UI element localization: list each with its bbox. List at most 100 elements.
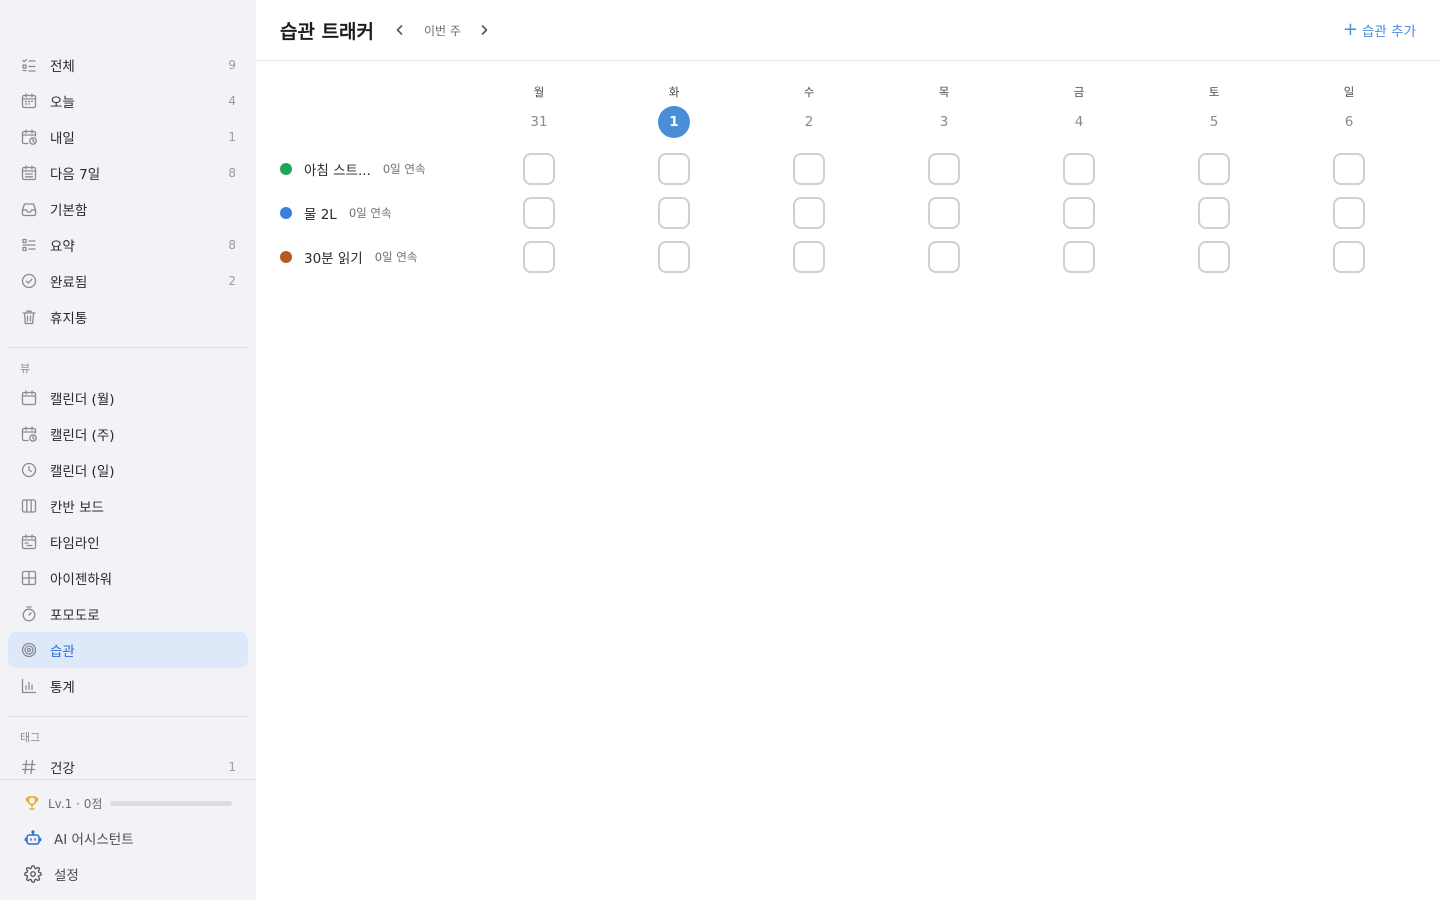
day-column-header: 화1 [634,84,714,138]
calendar-today-icon [20,92,38,110]
sidebar-item-stats[interactable]: 통계 [8,668,248,704]
inbox-icon [20,200,38,218]
sidebar-item-label: 다음 7일 [50,167,101,183]
sidebar-item-pomodoro[interactable]: 포모도로 [8,596,248,632]
sidebar-item-calendar-day[interactable]: 캘린더 (일) [8,452,248,488]
next-week-button[interactable] [473,19,495,41]
habit-checkbox[interactable] [928,153,960,185]
habit-checkbox[interactable] [1333,241,1365,273]
habit-checkbox[interactable] [1198,197,1230,229]
trash-icon [20,308,38,326]
habit-streak: 0일 연속 [382,162,426,176]
sidebar-item-trash[interactable]: 휴지통 [8,299,248,335]
sidebar-item-tomorrow[interactable]: 내일 1 [8,119,248,155]
sidebar-item-eisenhower[interactable]: 아이젠하워 [8,560,248,596]
calendar-month-icon [20,389,38,407]
sidebar-item-count: 8 [228,238,236,252]
sidebar-item-label: 캘린더 (일) [50,464,115,480]
habit-name: 30분 읽기 [304,251,363,267]
habit-checkbox[interactable] [928,241,960,273]
sidebar-item-tag-0[interactable]: 건강 1 [8,749,248,779]
timer-icon [20,605,38,623]
habit-checkbox[interactable] [1333,197,1365,229]
habit-info[interactable]: 아침 스트... 0일 연속 [280,147,426,191]
habit-info[interactable]: 30분 읽기 0일 연속 [280,235,417,279]
sidebar-item-label: 기본함 [50,203,88,219]
habit-color-dot [280,207,292,219]
habit-checkbox[interactable] [928,197,960,229]
day-date: 2 [804,114,814,130]
sidebar-item-count: 2 [228,274,236,288]
calendar-week-icon [20,164,38,182]
habit-checkbox[interactable] [658,241,690,273]
sidebar-item-next-7-days[interactable]: 다음 7일 8 [8,155,248,191]
settings-button[interactable]: 설정 [24,862,79,886]
this-week-button[interactable]: 이번 주 [424,22,461,39]
sidebar-item-inbox[interactable]: 기본함 [8,191,248,227]
sidebar-item-timeline[interactable]: 타임라인 [8,524,248,560]
prev-week-button[interactable] [389,19,411,41]
habit-row: 물 2L 0일 연속 [256,191,1440,235]
sidebar-item-calendar-month[interactable]: 캘린더 (월) [8,380,248,416]
habit-checkbox[interactable] [793,153,825,185]
level-progress[interactable]: Lv.1 · 0점 [24,792,232,814]
calendar-clock-icon [20,128,38,146]
sidebar-item-habits[interactable]: 습관 [8,632,248,668]
habit-info[interactable]: 물 2L 0일 연속 [280,191,392,235]
day-column-header: 월 31 [499,84,579,138]
sidebar-item-label: 휴지통 [50,311,88,327]
calendar-week-clock-icon [20,425,38,443]
habit-checkbox[interactable] [793,197,825,229]
habit-streak: 0일 연속 [374,250,418,264]
habit-checkbox[interactable] [1063,197,1095,229]
habit-name: 아침 스트... [304,163,371,179]
day-name: 일 [1343,85,1355,99]
habit-checkbox[interactable] [523,241,555,273]
week-header: 월 31 화 1 수 2 목 3 금 4 토 5 일 6 [256,84,1440,144]
robot-icon [24,829,42,847]
sidebar: 전체 9 오늘 4 내일 1 다음 7일 8 기본함요약 8 완료됨 2 휴지통뷰캘린더 (월) 캘린더 … [0,0,256,900]
habit-checkbox[interactable] [523,153,555,185]
sidebar-item-completed[interactable]: 완료됨 2 [8,263,248,299]
add-habit-button[interactable]: + 습관 추가 [1342,19,1416,41]
page-title: 습관 트래커 [280,21,375,43]
habit-name: 물 2L [304,207,337,223]
sidebar-item-kanban[interactable]: 칸반 보드 [8,488,248,524]
bar-chart-icon [20,677,38,695]
level-bar [110,800,232,806]
day-name: 월 [533,85,545,99]
habit-tracker-main: 습관 트래커 이번 주 + 습관 추가 월 31 화 1 수 2 목 3 금 4 토 5 일 6 아침 스… [256,0,1440,900]
sidebar-item-label: 내일 [50,131,75,147]
sidebar-item-label: 포모도로 [50,608,100,624]
tags-section-label: 태그 [20,731,41,744]
settings-label: 설정 [54,868,79,884]
sidebar-item-label: 캘린더 (월) [50,392,115,408]
habit-checkbox[interactable] [1198,153,1230,185]
hash-icon [20,758,38,776]
day-date: 5 [1209,114,1219,130]
day-date: 31 [530,114,548,130]
habit-checkbox[interactable] [1198,241,1230,273]
habit-checkbox[interactable] [1063,241,1095,273]
gear-icon [24,865,42,883]
sidebar-item-calendar-week[interactable]: 캘린더 (주) [8,416,248,452]
ai-assistant-label: AI 어시스턴트 [54,832,134,848]
habit-color-dot [280,163,292,175]
habit-checkbox[interactable] [658,153,690,185]
sidebar-item-all[interactable]: 전체 9 [8,47,248,83]
ai-assistant-button[interactable]: AI 어시스턴트 [24,826,134,850]
habit-streak: 0일 연속 [348,206,392,220]
habit-checkbox[interactable] [793,241,825,273]
habit-checkbox[interactable] [523,197,555,229]
habit-checkbox[interactable] [1063,153,1095,185]
views-section-label: 뷰 [20,362,31,375]
sidebar-item-summary[interactable]: 요약 8 [8,227,248,263]
plus-icon: + [1342,19,1359,40]
habit-checkbox[interactable] [1333,153,1365,185]
sidebar-item-today[interactable]: 오늘 4 [8,83,248,119]
sidebar-item-label: 완료됨 [50,275,88,291]
habit-checkbox[interactable] [658,197,690,229]
sidebar-scroll[interactable]: 전체 9 오늘 4 내일 1 다음 7일 8 기본함요약 8 완료됨 2 휴지통뷰캘린더 (월) 캘린더 … [0,0,256,779]
sidebar-item-count: 8 [228,166,236,180]
day-column-header: 일6 [1309,84,1389,138]
